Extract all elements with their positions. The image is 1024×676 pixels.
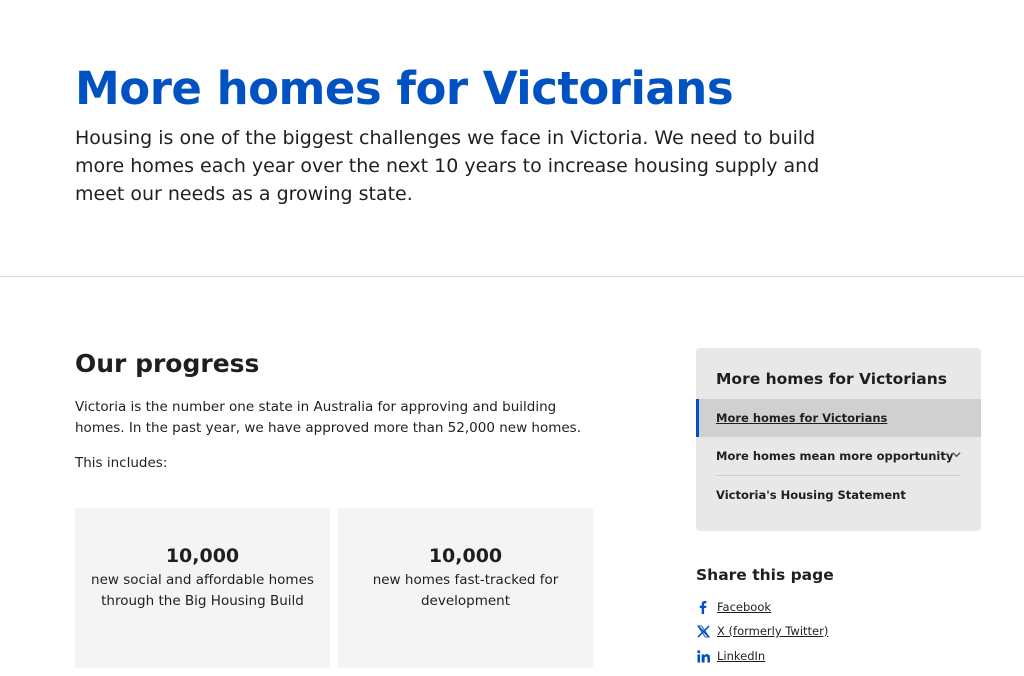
in-page-navigation: More homes for Victorians More homes for… — [696, 348, 981, 531]
share-link-label: Facebook — [717, 600, 772, 614]
share-link-label: X (formerly Twitter) — [717, 624, 829, 638]
share-facebook-link[interactable]: Facebook — [696, 597, 771, 617]
chevron-down-icon[interactable] — [952, 450, 961, 459]
nav-item-label: More homes mean more opportunity — [716, 449, 954, 463]
nav-item-more-homes-for-victorians[interactable]: More homes for Victorians — [696, 399, 981, 437]
stat-number: 10,000 — [165, 545, 240, 567]
progress-includes: This includes: — [75, 455, 168, 471]
linkedin-icon — [696, 649, 710, 663]
nav-item-label: Victoria's Housing Statement — [716, 488, 906, 502]
nav-item-more-homes-mean-more-opportunity[interactable]: More homes mean more opportunity — [696, 437, 981, 475]
stat-number: 10,000 — [428, 545, 503, 567]
x-icon — [696, 624, 710, 638]
share-x-link[interactable]: X (formerly Twitter) — [696, 621, 828, 641]
section-title-progress: Our progress — [75, 349, 260, 378]
nav-item-housing-statement[interactable]: Victoria's Housing Statement — [696, 476, 981, 514]
share-title: Share this page — [696, 566, 834, 584]
page-header: More homes for Victorians Housing is one… — [0, 0, 1024, 277]
stat-card: 10,000 new homes fast-tracked for develo… — [338, 508, 593, 668]
page-title: More homes for Victorians — [75, 62, 734, 115]
stat-card: 10,000 new social and affordable homes t… — [75, 508, 330, 668]
nav-item-label: More homes for Victorians — [716, 411, 888, 425]
stat-description: new homes fast-tracked for development — [372, 572, 559, 609]
share-linkedin-link[interactable]: LinkedIn — [696, 646, 765, 666]
facebook-icon — [696, 600, 710, 614]
stat-description: new social and affordable homes through … — [91, 572, 314, 609]
share-link-label: LinkedIn — [717, 649, 766, 663]
progress-paragraph: Victoria is the number one state in Aust… — [75, 399, 582, 436]
nav-heading: More homes for Victorians — [716, 370, 947, 388]
page-intro: Housing is one of the biggest challenges… — [75, 127, 820, 205]
